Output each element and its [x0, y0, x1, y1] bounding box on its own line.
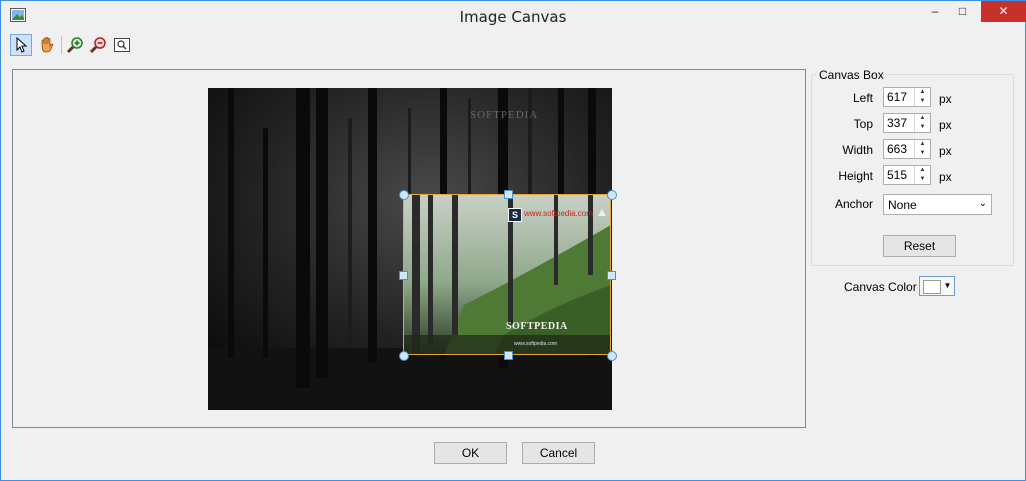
hand-icon: [41, 37, 54, 53]
resize-handle-top-left[interactable]: [399, 190, 409, 200]
reset-button[interactable]: Reset: [883, 235, 956, 257]
canvas-box-title: Canvas Box: [816, 68, 887, 82]
pointer-icon: [16, 37, 28, 53]
maximize-button[interactable]: □: [949, 1, 976, 22]
anchor-value: None: [888, 198, 917, 212]
zoom-in-icon: [66, 37, 83, 54]
cancel-button[interactable]: Cancel: [522, 442, 595, 464]
ok-button[interactable]: OK: [434, 442, 507, 464]
anchor-select[interactable]: None ⌄: [883, 194, 992, 215]
height-input[interactable]: [884, 166, 917, 184]
width-unit: px: [939, 144, 952, 158]
resize-handle-top-right[interactable]: [607, 190, 617, 200]
height-down-arrow-icon[interactable]: ▼: [915, 175, 930, 184]
pointer-tool-button[interactable]: [10, 34, 32, 56]
resize-handle-left[interactable]: [399, 271, 408, 280]
zoom-out-button[interactable]: [87, 34, 109, 56]
left-unit: px: [939, 92, 952, 106]
canvas-color-picker[interactable]: ▼: [919, 276, 955, 296]
top-label: Top: [853, 117, 873, 131]
height-unit: px: [939, 170, 952, 184]
resize-handle-right[interactable]: [607, 271, 616, 280]
width-up-arrow-icon[interactable]: ▲: [915, 140, 930, 149]
left-input[interactable]: [884, 88, 917, 106]
toolbar-separator: [61, 36, 62, 54]
pan-tool-button[interactable]: [36, 34, 58, 56]
close-button[interactable]: ✕: [981, 1, 1026, 22]
height-up-arrow-icon[interactable]: ▲: [915, 166, 930, 175]
top-unit: px: [939, 118, 952, 132]
anchor-label: Anchor: [834, 197, 873, 211]
title-bar[interactable]: Image Canvas – □ ✕: [1, 1, 1026, 32]
width-label: Width: [842, 143, 873, 157]
dropdown-arrow-icon: ▼: [943, 281, 952, 290]
top-input[interactable]: [884, 114, 917, 132]
top-spinbox[interactable]: ▲▼: [883, 113, 931, 133]
height-spinbox[interactable]: ▲▼: [883, 165, 931, 185]
chevron-down-icon: ⌄: [978, 198, 987, 209]
left-down-arrow-icon[interactable]: ▼: [915, 97, 930, 106]
top-up-arrow-icon[interactable]: ▲: [915, 114, 930, 123]
zoom-fit-icon: [114, 38, 130, 52]
width-spinbox[interactable]: ▲▼: [883, 139, 931, 159]
resize-handle-bottom-left[interactable]: [399, 351, 409, 361]
height-label: Height: [838, 169, 873, 183]
window-title: Image Canvas: [459, 8, 567, 26]
left-spinbox[interactable]: ▲▼: [883, 87, 931, 107]
zoom-out-icon: [89, 37, 106, 54]
width-input[interactable]: [884, 140, 917, 158]
canvas-color-label: Canvas Color: [844, 280, 917, 294]
minimize-button[interactable]: –: [921, 1, 949, 22]
background-watermark: SOFTPEDIA: [470, 109, 539, 121]
resize-handle-top[interactable]: [504, 190, 513, 199]
top-down-arrow-icon[interactable]: ▼: [915, 123, 930, 132]
resize-handle-bottom[interactable]: [504, 351, 513, 360]
width-down-arrow-icon[interactable]: ▼: [915, 149, 930, 158]
left-label: Left: [852, 91, 873, 105]
canvas-color-swatch: [923, 280, 941, 294]
selection-frame[interactable]: [403, 194, 611, 355]
zoom-fit-button[interactable]: [111, 34, 133, 56]
left-up-arrow-icon[interactable]: ▲: [915, 88, 930, 97]
zoom-in-button[interactable]: [64, 34, 86, 56]
resize-handle-bottom-right[interactable]: [607, 351, 617, 361]
